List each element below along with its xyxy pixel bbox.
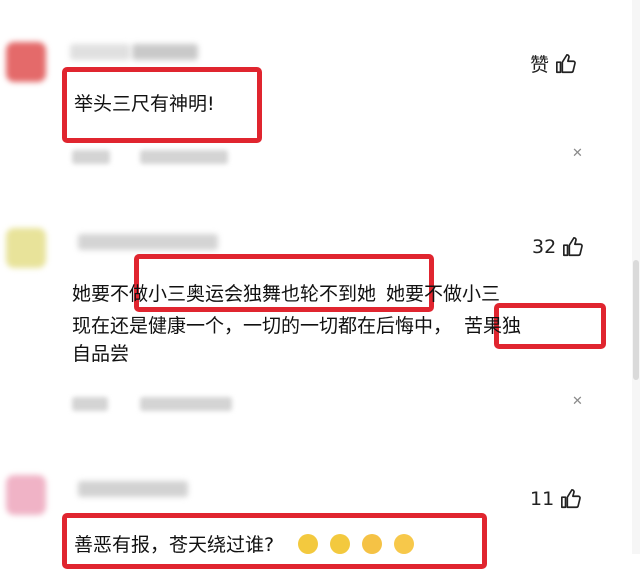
comment-3: 11 善恶有报，苍天绕过谁? (0, 0, 640, 569)
like-count: 11 (530, 488, 555, 510)
scrollbar[interactable] (632, 0, 640, 554)
smirk-emoji-icon (362, 534, 383, 554)
crying-emoji-icon (330, 534, 351, 554)
scrollbar-thumb[interactable] (633, 260, 639, 380)
avatar[interactable] (6, 475, 46, 515)
thumbs-up-icon (561, 489, 582, 509)
like-button[interactable]: 11 (530, 488, 582, 510)
laughing-emoji-icon (394, 534, 415, 554)
comment-text: 善恶有报，苍天绕过谁? (74, 530, 420, 561)
username-blurred[interactable] (78, 481, 188, 497)
crying-emoji-icon (298, 534, 319, 554)
